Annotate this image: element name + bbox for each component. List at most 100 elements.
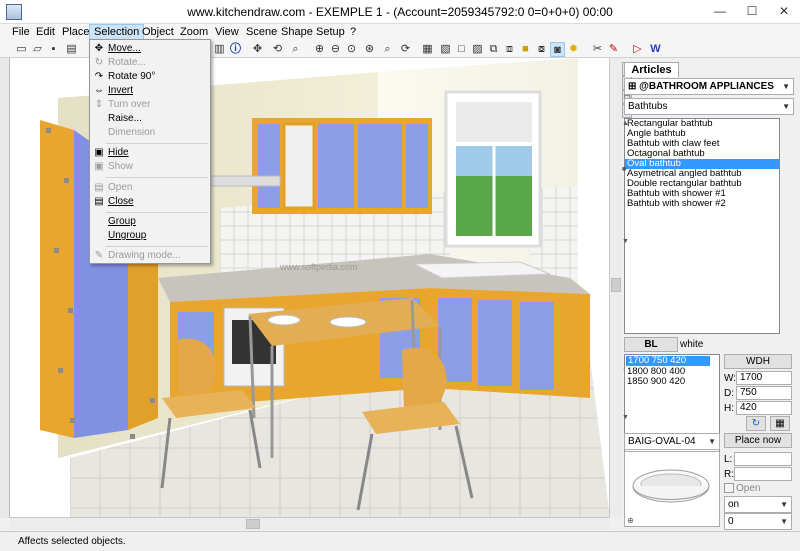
menu-edit[interactable]: Edit — [32, 24, 59, 40]
viewport-vertical-scrollbar[interactable] — [609, 58, 622, 518]
light-icon[interactable]: ✹ — [566, 42, 581, 57]
menu-zoom[interactable]: Zoom — [176, 24, 212, 40]
scroll-down-icon[interactable]: ▼ — [622, 414, 629, 421]
save-icon[interactable]: ▪ — [46, 42, 61, 57]
menu-rotate[interactable]: ↻ Rotate... — [91, 56, 209, 70]
arrow-icon[interactable]: ▷ — [630, 42, 645, 57]
calculator-icon[interactable]: ▦ — [770, 416, 790, 431]
menu-open[interactable]: ▤ Open — [91, 181, 209, 195]
open-checkbox[interactable] — [724, 483, 734, 493]
print-icon[interactable]: ▤ — [64, 42, 79, 57]
finish-code[interactable]: BL — [624, 337, 678, 352]
menu-drawing-mode[interactable]: ✎ Drawing mode... — [91, 249, 209, 263]
menu-shape[interactable]: Shape — [277, 24, 317, 40]
menu-invert[interactable]: ⇔ Invert — [91, 84, 209, 98]
move-menu-icon: ✥ — [94, 43, 104, 54]
menu-separator — [106, 177, 208, 178]
l-field[interactable] — [734, 452, 792, 466]
zoom-fit-icon[interactable]: ⊙ — [344, 42, 359, 57]
scroll-down-icon[interactable]: ▼ — [622, 238, 629, 245]
menu-setup[interactable]: Setup — [312, 24, 349, 40]
vertical-scroll-thumb[interactable] — [611, 278, 621, 292]
r-label: R: — [724, 469, 734, 480]
articles-list[interactable]: Rectangular bathtub Angle bathtub Bathtu… — [624, 118, 780, 334]
zero-select[interactable]: 0 ▼ — [724, 513, 792, 530]
chevron-down-icon: ▼ — [782, 102, 790, 111]
plan-view-icon[interactable]: ▦ — [420, 42, 435, 57]
info-icon[interactable]: ⓘ — [228, 42, 243, 57]
reference-select[interactable]: BAIG-OVAL-04 ▼ — [624, 433, 720, 450]
tab-articles[interactable]: Articles — [624, 62, 679, 77]
perspective-icon[interactable]: ▨ — [470, 42, 485, 57]
wdh-button[interactable]: WDH — [724, 354, 792, 369]
category-select[interactable]: Bathtubs ▼ — [624, 98, 794, 115]
menu-show[interactable]: ▣ Show — [91, 160, 209, 174]
wireframe-icon[interactable]: □ — [454, 42, 469, 57]
menu-selection[interactable]: Selection — [89, 24, 145, 40]
menu-object[interactable]: Object — [138, 24, 178, 40]
zoom-out-icon[interactable]: ⊖ — [328, 42, 343, 57]
rotate-article-icon[interactable]: ↻ — [746, 416, 766, 431]
bathtub-icon: ⊕ — [627, 469, 710, 525]
menu-move[interactable]: ✥ Move... — [91, 42, 209, 56]
status-text: Affects selected objects. — [18, 536, 126, 547]
list-item[interactable]: Bathtub with shower #2 — [625, 199, 779, 209]
menu-dimension[interactable]: Dimension — [91, 126, 209, 140]
menu-view[interactable]: View — [211, 24, 243, 40]
close-button[interactable]: ✕ — [769, 0, 799, 22]
zoom-window-icon[interactable]: ⌕ — [288, 42, 303, 57]
drawing-mode-menu-icon: ✎ — [94, 250, 104, 261]
menu-rotate-90[interactable]: ↷ Rotate 90° — [91, 70, 209, 84]
open-label: Open — [736, 483, 761, 494]
maximize-button[interactable]: ☐ — [737, 0, 767, 22]
size-item-selected[interactable]: 1700 750 420 — [626, 356, 710, 366]
open-icon[interactable]: ▱ — [30, 42, 45, 57]
menu-scene[interactable]: Scene — [242, 24, 281, 40]
catalog-select[interactable]: ⊞ @BATHROOM APPLIANCES ▼ — [624, 78, 794, 95]
cube-icon[interactable]: ⧈ — [502, 42, 517, 57]
menu-hide[interactable]: ▣ Hide — [91, 146, 209, 160]
size-item[interactable]: 1850 900 420 — [625, 377, 719, 387]
viewport-horizontal-scrollbar[interactable] — [10, 517, 609, 530]
depth-field[interactable]: 750 — [736, 386, 792, 400]
chevron-down-icon: ▼ — [782, 82, 790, 91]
r-field[interactable] — [734, 467, 792, 481]
open-menu-icon: ▤ — [94, 182, 104, 193]
elevation-icon[interactable]: ▧ — [438, 42, 453, 57]
menu-close[interactable]: ▤ Close — [91, 195, 209, 209]
new-icon[interactable]: ▭ — [14, 42, 29, 57]
width-field[interactable]: 1700 — [736, 371, 792, 385]
svg-text:⊕: ⊕ — [627, 516, 634, 525]
close-menu-icon: ▤ — [94, 196, 104, 207]
color-icon[interactable]: ✎ — [606, 42, 621, 57]
box-icon[interactable]: ⧉ — [486, 42, 501, 57]
refresh-icon[interactable]: ⟳ — [398, 42, 413, 57]
zoom-all-icon[interactable]: ⊛ — [362, 42, 377, 57]
place-now-button[interactable]: Place now — [724, 433, 792, 448]
delete-icon[interactable]: ▥ — [212, 42, 227, 57]
menu-separator — [106, 143, 208, 144]
scroll-up-icon[interactable]: ▲ — [622, 120, 629, 127]
render-icon[interactable]: ⧇ — [534, 42, 549, 57]
height-field[interactable]: 420 — [736, 401, 792, 415]
menu-turn-over[interactable]: ⇕ Turn over — [91, 98, 209, 112]
menu-group[interactable]: Group — [91, 215, 209, 229]
on-select[interactable]: on ▼ — [724, 496, 792, 513]
tools-icon[interactable]: ✂ — [590, 42, 605, 57]
solid-cube-icon[interactable]: ■ — [518, 42, 533, 57]
menu-help[interactable]: ? — [346, 24, 360, 40]
move-icon[interactable]: ✥ — [250, 42, 265, 57]
menu-ungroup[interactable]: Ungroup — [91, 229, 209, 243]
web-icon[interactable]: W — [648, 42, 663, 57]
scroll-thumb-icon[interactable]: ■ — [622, 166, 626, 173]
menu-raise[interactable]: Raise... — [91, 112, 209, 126]
camera-icon[interactable]: ◙ — [550, 42, 565, 57]
catalog-panel: ≡ ▭ ▭ ▭ Articles ⊞ @BATHROOM APPLIANCES▼… — [622, 58, 800, 531]
menu-file[interactable]: File — [8, 24, 34, 40]
rotate-icon[interactable]: ⟲ — [270, 42, 285, 57]
zoom-in-icon[interactable]: ⊕ — [312, 42, 327, 57]
minimize-button[interactable]: — — [705, 0, 735, 22]
menu-separator — [106, 246, 208, 247]
zoom-prev-icon[interactable]: ⌕ — [380, 42, 395, 57]
horizontal-scroll-thumb[interactable] — [246, 519, 260, 529]
